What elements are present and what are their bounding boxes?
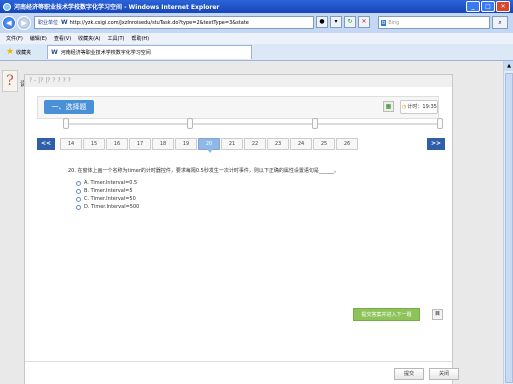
menu-item-tools[interactable]: 工具(T) — [108, 35, 125, 42]
window-titlebar: 河南经济等职业技术学校数字化学习空间 - Windows Internet Ex… — [0, 0, 513, 13]
question-button-active[interactable]: 20 — [198, 138, 220, 153]
timer-value: 19:35 — [422, 104, 437, 110]
answer-option-d[interactable]: D. Timer.Interval=500 — [76, 203, 139, 211]
question-button[interactable]: 22 — [244, 138, 266, 150]
option-label: C. Timer.Interval=50 — [84, 196, 136, 202]
progress-track — [65, 123, 439, 125]
option-label: D. Timer.Interval=500 — [84, 204, 140, 210]
stop-icon[interactable]: ✕ — [358, 16, 370, 28]
next-page-button[interactable]: >> — [427, 138, 445, 150]
address-url: http://yzk.csigi.com/JxzInroisedu/stuTas… — [69, 19, 249, 26]
tab-title: 河南经济等职业技术学校数字化学习空间 — [60, 50, 151, 56]
timer-display: ◷计时：19:35 — [400, 100, 438, 114]
vertical-scrollbar[interactable]: ▲ — [503, 61, 513, 384]
search-input[interactable]: b Bing — [378, 16, 490, 29]
question-button[interactable]: 26 — [336, 138, 358, 150]
favorites-bar: ★ 收藏夹 W 河南经济等职业技术学校数字化学习空间 — [0, 44, 513, 61]
compat-view-icon[interactable]: ● — [316, 16, 328, 28]
question-button[interactable]: 15 — [83, 138, 105, 150]
question-button[interactable]: 14 — [60, 138, 82, 150]
address-dropdown-icon[interactable]: ▾ — [330, 16, 342, 28]
scroll-up-icon[interactable]: ▲ — [504, 61, 513, 71]
radio-icon[interactable] — [76, 204, 81, 210]
menu-item-favorites[interactable]: 收藏夹(A) — [78, 35, 100, 42]
forward-button[interactable]: ▶ — [17, 16, 31, 30]
calculator-icon[interactable]: ▦ — [383, 101, 394, 112]
option-label: A. Timer.Interval=0.5 — [84, 180, 138, 186]
close-window-button[interactable]: ✕ — [496, 1, 510, 12]
answer-option-a[interactable]: A. Timer.Interval=0.5 — [76, 179, 139, 187]
question-button[interactable]: 19 — [175, 138, 197, 150]
minimize-button[interactable]: _ — [466, 1, 480, 12]
dialog-header: ? - |? |? ? ? ? ? — [25, 75, 452, 87]
question-button[interactable]: 23 — [267, 138, 289, 150]
section-bar: 一、选择题 ▦ ◷计时：19:35 — [37, 96, 439, 119]
progress-knob — [437, 118, 443, 129]
menu-item-edit[interactable]: 编辑(E) — [30, 35, 47, 42]
favorites-label: 收藏夹 — [16, 49, 32, 56]
address-tools: ● ▾ ↻ ✕ — [316, 16, 370, 28]
star-icon: ★ — [6, 47, 15, 57]
question-button[interactable]: 24 — [290, 138, 312, 150]
search-button[interactable]: ⌕ — [492, 16, 508, 29]
question-text: 20. 在窗体上画一个名称为timer的计时器控件，要求每隔0.5秒发生一次计时… — [68, 168, 339, 174]
address-zone-label: 职业单位 — [38, 20, 59, 26]
radio-icon[interactable] — [76, 180, 81, 186]
answer-option-b[interactable]: B. Timer.Interval=5 — [76, 187, 139, 195]
timer-label: 计时： — [407, 104, 423, 110]
prev-page-button[interactable]: << — [37, 138, 55, 150]
address-input[interactable]: 职业单位 W http://yzk.csigi.com/JxzInroisedu… — [34, 16, 314, 29]
question-nav: 14 15 16 17 18 19 20 21 22 23 24 25 26 — [60, 138, 359, 153]
site-logo-icon: ? — [2, 70, 18, 92]
back-button[interactable]: ◀ — [2, 16, 16, 30]
ie-icon — [3, 2, 11, 11]
refresh-icon[interactable]: ↻ — [344, 16, 356, 28]
progress-knob — [187, 118, 193, 129]
answer-options: A. Timer.Interval=0.5 B. Timer.Interval=… — [76, 179, 139, 211]
answer-option-c[interactable]: C. Timer.Interval=50 — [76, 195, 139, 203]
radio-icon[interactable] — [76, 188, 81, 194]
clock-icon: ◷ — [402, 104, 407, 110]
tab-favicon-icon: W — [51, 49, 58, 56]
window-title: 河南经济等职业技术学校数字化学习空间 - Windows Internet Ex… — [14, 4, 220, 11]
menu-item-file[interactable]: 文件(F) — [6, 35, 23, 42]
browser-tab[interactable]: W 河南经济等职业技术学校数字化学习空间 — [47, 45, 253, 59]
bing-logo-icon: b — [381, 19, 387, 26]
question-button[interactable]: 16 — [106, 138, 128, 150]
question-button[interactable]: 18 — [152, 138, 174, 150]
window-controls: _ □ ✕ — [466, 1, 510, 12]
section-title: 一、选择题 — [44, 100, 94, 114]
scroll-thumb[interactable] — [505, 73, 513, 383]
site-favicon-icon: W — [61, 19, 68, 26]
answer-sheet-button[interactable]: 目 — [432, 309, 443, 320]
menu-bar: 文件(F) 编辑(E) 查看(V) 收藏夹(A) 工具(T) 帮助(H) — [0, 33, 513, 44]
menu-item-help[interactable]: 帮助(H) — [131, 35, 149, 42]
question-button[interactable]: 17 — [129, 138, 151, 150]
exam-dialog: ? - |? |? ? ? ? ? 一、选择题 ▦ ◷计时：19:35 << 1… — [24, 74, 459, 384]
page-content: ? 课 ? - |? |? ? ? ? ? 一、选择题 ▦ ◷计时：19:35 … — [0, 61, 503, 384]
question-button[interactable]: 25 — [313, 138, 335, 150]
menu-item-view[interactable]: 查看(V) — [54, 35, 71, 42]
submit-exam-button[interactable]: 提交 — [394, 368, 424, 380]
radio-icon[interactable] — [76, 196, 81, 202]
dialog-footer: 提交 关闭 — [25, 361, 459, 384]
favorites-button[interactable]: ★ 收藏夹 — [6, 47, 31, 57]
submit-next-button[interactable]: 提交答案并进入下一题 — [353, 308, 420, 321]
progress-knob — [312, 118, 318, 129]
address-toolbar: ◀ ▶ 职业单位 W http://yzk.csigi.com/JxzInroi… — [0, 13, 513, 33]
question-button[interactable]: 21 — [221, 138, 243, 150]
search-placeholder: Bing — [388, 19, 400, 26]
option-label: B. Timer.Interval=5 — [84, 188, 133, 194]
progress-knob — [63, 118, 69, 129]
maximize-button[interactable]: □ — [481, 1, 495, 12]
close-dialog-button[interactable]: 关闭 — [429, 368, 459, 380]
